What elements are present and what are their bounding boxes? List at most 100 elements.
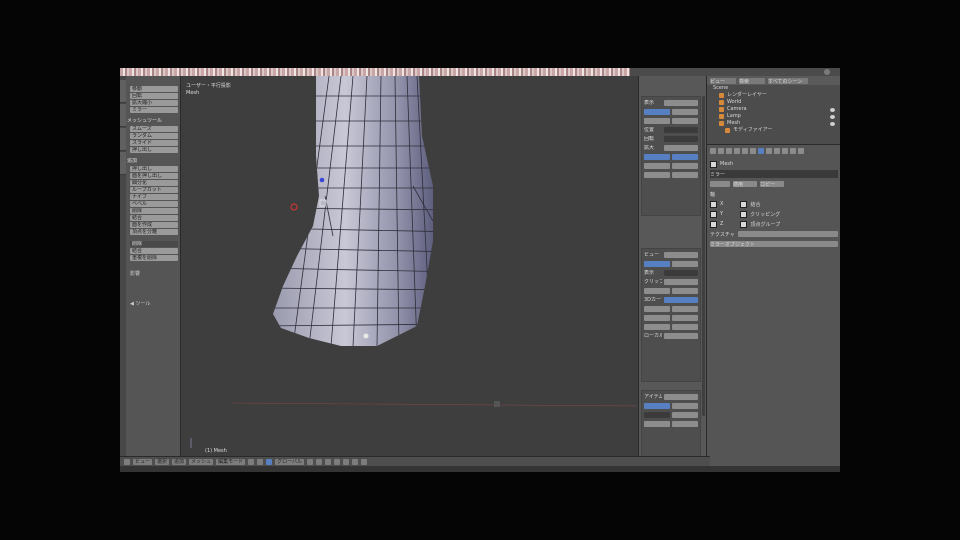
- particles-tab-icon[interactable]: [790, 147, 796, 154]
- np-field[interactable]: [672, 260, 698, 267]
- x-axis-checkbox[interactable]: [710, 200, 717, 208]
- np-field[interactable]: [672, 162, 698, 169]
- 3d-cursor-icon[interactable]: [290, 203, 298, 211]
- np-field[interactable]: [664, 126, 698, 133]
- np-toggle[interactable]: [644, 402, 670, 409]
- np-field[interactable]: [664, 269, 698, 276]
- occlude-icon[interactable]: [334, 459, 341, 465]
- np-field[interactable]: [644, 171, 670, 178]
- editor-type-icon[interactable]: [124, 459, 130, 465]
- tool-button[interactable]: 押し出し: [130, 147, 178, 153]
- texture-field[interactable]: [737, 231, 838, 237]
- np-field[interactable]: [672, 402, 698, 409]
- np-field[interactable]: [644, 323, 670, 330]
- outliner-row[interactable]: レンダーレイヤー: [719, 92, 840, 99]
- mirror-object-field[interactable]: ミラーオブジェクト: [710, 241, 838, 248]
- z-axis-checkbox[interactable]: [710, 220, 717, 228]
- tool-button[interactable]: 面を作成: [130, 222, 178, 228]
- np-toggle[interactable]: [672, 153, 698, 160]
- eye-icon[interactable]: [830, 121, 835, 126]
- tool-button[interactable]: スムーズ: [130, 126, 178, 132]
- tool-button[interactable]: ループカット: [130, 187, 178, 193]
- np-toggle[interactable]: [644, 108, 670, 115]
- physics-tab-icon[interactable]: [798, 147, 804, 154]
- outliner-row[interactable]: Lamp: [719, 113, 840, 120]
- outliner-row[interactable]: Scene: [713, 85, 840, 92]
- clipping-checkbox[interactable]: [740, 210, 748, 218]
- outliner-search-button[interactable]: 検索: [739, 77, 765, 85]
- np-field[interactable]: [672, 108, 698, 115]
- outliner-view-button[interactable]: ビュー: [710, 77, 736, 85]
- select-menu[interactable]: 選択: [155, 459, 170, 465]
- tool-button[interactable]: 結合: [130, 248, 178, 254]
- window-control-icon[interactable]: [824, 69, 830, 75]
- scene-tab-icon[interactable]: [726, 147, 732, 154]
- tool-button[interactable]: 回転: [130, 93, 178, 99]
- np-field[interactable]: [664, 278, 698, 285]
- shading-icon[interactable]: [248, 459, 255, 465]
- selected-vertex[interactable]: [319, 177, 325, 183]
- np-field[interactable]: [644, 314, 670, 321]
- world-tab-icon[interactable]: [734, 147, 740, 154]
- render-tab-icon[interactable]: [710, 147, 716, 154]
- np-field[interactable]: [672, 305, 698, 312]
- eye-icon[interactable]: [830, 107, 835, 112]
- proportional-icon[interactable]: [343, 459, 350, 465]
- tab-relations[interactable]: [120, 128, 126, 151]
- tool-button[interactable]: 削除: [130, 208, 178, 214]
- 3d-viewport[interactable]: ユーザー・平行投影 Mesh (1) Mesh: [181, 76, 638, 456]
- tab-shading[interactable]: [120, 152, 126, 175]
- manipulator-icon[interactable]: [266, 459, 273, 465]
- tool-button[interactable]: ミラー: [130, 107, 178, 113]
- np-field[interactable]: [644, 411, 670, 418]
- add-menu[interactable]: 追加: [172, 459, 187, 465]
- np-field[interactable]: [664, 251, 698, 258]
- snap-icon[interactable]: [352, 459, 359, 465]
- np-field[interactable]: [644, 420, 670, 427]
- np-field[interactable]: [672, 287, 698, 294]
- face-select-icon[interactable]: [325, 459, 332, 465]
- np-field[interactable]: [672, 323, 698, 330]
- modifier-type-field[interactable]: [710, 181, 730, 187]
- np-field[interactable]: [672, 411, 698, 418]
- np-field[interactable]: [672, 420, 698, 427]
- tool-button[interactable]: 押し出し: [130, 166, 178, 172]
- active-vertex[interactable]: [363, 333, 369, 339]
- edge-select-icon[interactable]: [316, 459, 323, 465]
- np-field[interactable]: [672, 314, 698, 321]
- tool-button[interactable]: ナイフ: [130, 194, 178, 200]
- tool-button[interactable]: 拡大縮小: [130, 100, 178, 106]
- eye-icon[interactable]: [830, 114, 835, 119]
- tool-button[interactable]: ベベル: [130, 201, 178, 207]
- copy-button[interactable]: コピー: [760, 181, 784, 188]
- tool-button[interactable]: 面を押し出し: [130, 173, 178, 179]
- np-toggle[interactable]: [644, 153, 670, 160]
- object-tab-icon[interactable]: [742, 147, 748, 154]
- np-toggle[interactable]: [664, 296, 698, 303]
- tool-button[interactable]: 細分化: [130, 180, 178, 186]
- tab-tools[interactable]: [120, 80, 126, 103]
- outliner-row[interactable]: World: [719, 99, 840, 106]
- np-field[interactable]: [644, 162, 670, 169]
- vertex-select-icon[interactable]: [307, 459, 314, 465]
- apply-button[interactable]: 適用: [733, 181, 757, 188]
- outliner-row[interactable]: Mesh: [719, 120, 840, 127]
- np-toggle[interactable]: [644, 260, 670, 267]
- render-preview-icon[interactable]: [361, 459, 368, 465]
- constraints-tab-icon[interactable]: [750, 147, 756, 154]
- outliner-scene-dropdown[interactable]: すべてのシーン: [768, 77, 808, 85]
- mesh-object[interactable]: [181, 76, 638, 456]
- orientation-dropdown[interactable]: グローバル: [275, 459, 305, 465]
- mesh-menu[interactable]: メッシュ: [189, 459, 214, 465]
- np-field[interactable]: [664, 135, 698, 142]
- modifiers-tab-icon[interactable]: [758, 147, 764, 154]
- tool-button[interactable]: スライド: [130, 140, 178, 146]
- np-field[interactable]: [672, 117, 698, 124]
- tool-button[interactable]: ランダム: [130, 133, 178, 139]
- np-field[interactable]: [664, 393, 698, 400]
- pivot-icon[interactable]: [257, 459, 264, 465]
- vertex-group-checkbox[interactable]: [740, 220, 748, 228]
- np-field[interactable]: [644, 287, 670, 294]
- mode-dropdown[interactable]: 編集モード: [216, 459, 246, 465]
- tool-button[interactable]: 移動: [130, 86, 178, 92]
